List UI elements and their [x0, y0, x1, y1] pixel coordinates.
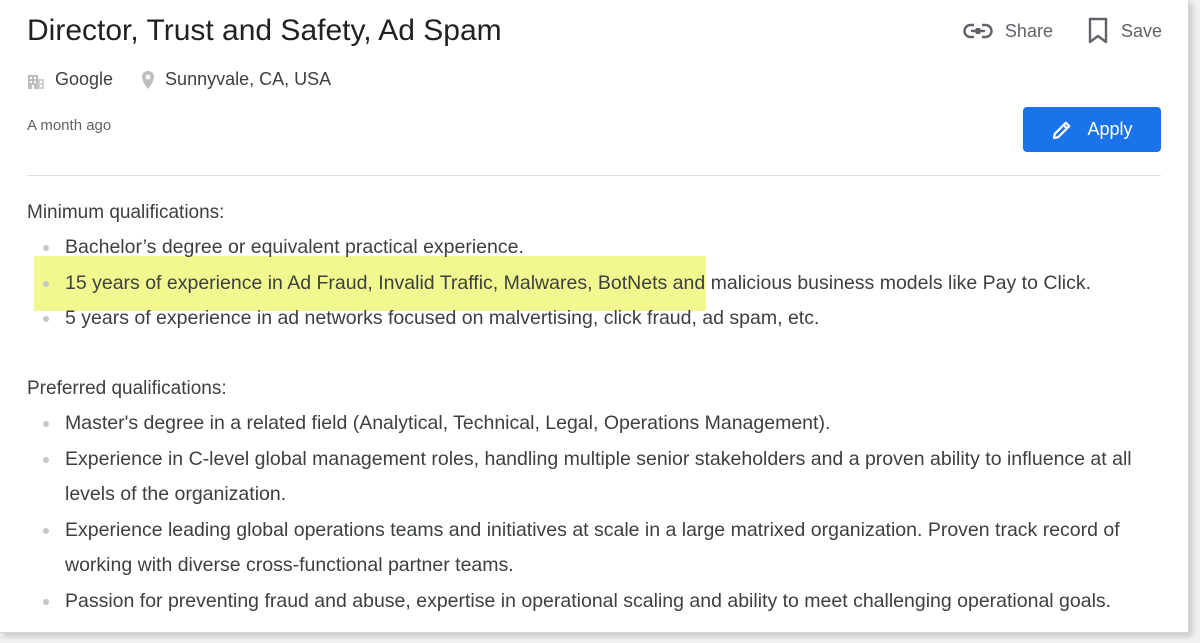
building-icon: [27, 71, 55, 89]
list-item: 5 years of experience in ad networks foc…: [40, 301, 1165, 337]
preferred-qualifications-list: Master's degree in a related field (Anal…: [40, 406, 1165, 619]
posted-date: A month ago: [27, 117, 112, 134]
job-actions: Share Save: [963, 17, 1162, 45]
apply-button[interactable]: Apply: [1023, 107, 1161, 152]
job-card: Director, Trust and Safety, Ad Spam Shar…: [0, 0, 1189, 633]
list-item: 15 years of experience in Ad Fraud, Inva…: [40, 266, 1165, 302]
location-pin-icon: [141, 70, 165, 90]
list-item: Passion for preventing fraud and abuse, …: [40, 584, 1165, 620]
preferred-qualifications-heading: Preferred qualifications:: [27, 378, 227, 399]
company-info: Google: [27, 69, 113, 90]
job-meta: Google Sunnyvale, CA, USA: [27, 69, 331, 90]
minimum-qualifications-heading: Minimum qualifications:: [27, 202, 225, 223]
job-title: Director, Trust and Safety, Ad Spam: [27, 14, 502, 47]
location-name: Sunnyvale, CA, USA: [165, 69, 332, 89]
share-button[interactable]: Share: [963, 21, 1053, 42]
bookmark-icon: [1087, 17, 1109, 45]
location-info: Sunnyvale, CA, USA: [141, 69, 331, 90]
list-item: Bachelor’s degree or equivalent practica…: [40, 230, 1165, 266]
link-icon: [963, 23, 993, 39]
company-name: Google: [55, 69, 114, 89]
list-item: Experience leading global operations tea…: [40, 513, 1165, 584]
apply-label: Apply: [1087, 119, 1133, 139]
divider: [27, 175, 1161, 176]
list-item: Master's degree in a related field (Anal…: [40, 406, 1165, 442]
minimum-qualifications-list: Bachelor’s degree or equivalent practica…: [40, 230, 1165, 337]
save-label: Save: [1120, 20, 1162, 41]
pencil-icon: [1051, 119, 1087, 141]
list-item: Experience in C-level global management …: [40, 442, 1165, 513]
share-label: Share: [1004, 20, 1053, 41]
save-button[interactable]: Save: [1087, 17, 1162, 45]
